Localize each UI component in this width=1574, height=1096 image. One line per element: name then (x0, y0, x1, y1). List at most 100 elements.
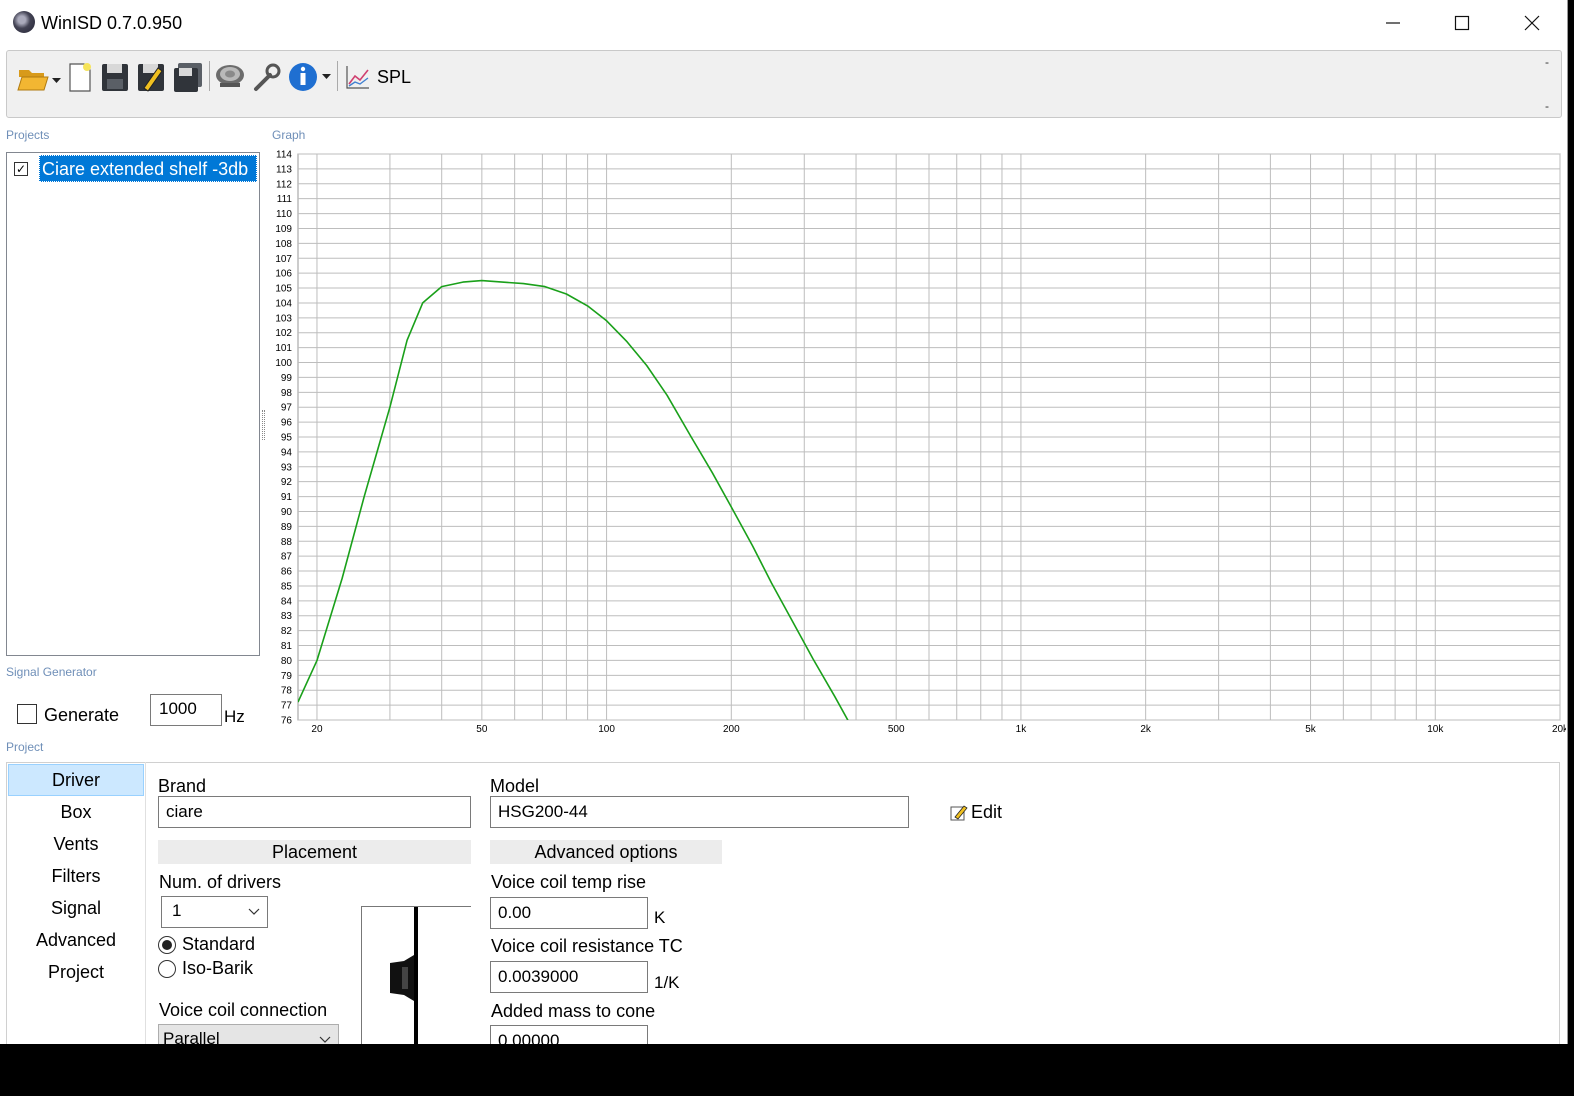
y-tick-label: 109 (275, 224, 292, 235)
graph-group-label: Graph (272, 128, 306, 142)
save-all-button[interactable] (171, 59, 205, 95)
x-tick-label: 1k (1016, 724, 1028, 735)
close-button[interactable] (1497, 0, 1567, 46)
x-tick-label: 100 (598, 724, 615, 735)
x-tick-label: 2k (1140, 724, 1152, 735)
chevron-down-icon (319, 1036, 331, 1043)
new-document-icon (69, 63, 91, 92)
project-tab-list: Driver Box Vents Filters Signal Advanced… (8, 762, 146, 1044)
radio-standard[interactable] (158, 935, 176, 954)
minimize-button[interactable] (1358, 0, 1428, 46)
project-name[interactable]: Ciare extended shelf -3db (39, 155, 257, 182)
num-drivers-label: Num. of drivers (159, 872, 282, 892)
x-tick-label: 10k (1427, 724, 1444, 735)
panel-splitter[interactable] (262, 410, 265, 440)
tab-driver[interactable]: Driver (8, 764, 144, 796)
tab-filters[interactable]: Filters (8, 860, 144, 892)
model-field[interactable]: HSG200-44 (490, 796, 909, 828)
num-drivers-select[interactable]: 1 (161, 896, 268, 928)
radio-isobarik-option[interactable]: Iso-Barik (158, 958, 253, 979)
num-drivers-value: 1 (172, 901, 182, 920)
generator-frequency-input[interactable]: 1000 (150, 694, 222, 726)
x-tick-label: 5k (1305, 724, 1317, 735)
y-tick-label: 78 (281, 686, 293, 697)
open-project-button[interactable] (15, 59, 63, 95)
voice-coil-connection-label: Voice coil connection (159, 1000, 328, 1020)
y-tick-label: 90 (281, 507, 293, 518)
project-list-item[interactable]: ✓ Ciare extended shelf -3db (7, 153, 259, 186)
save-button[interactable] (99, 59, 131, 95)
save-as-pencil-icon (138, 64, 164, 92)
open-folder-icon (17, 70, 61, 91)
speaker-app-icon (13, 11, 35, 33)
tab-box[interactable]: Box (8, 796, 144, 828)
info-button[interactable] (287, 59, 333, 95)
save-as-button[interactable] (135, 59, 167, 95)
y-tick-label: 88 (281, 537, 293, 548)
maximize-icon (1454, 15, 1470, 31)
vc-temp-rise-field[interactable]: 0.00 (490, 897, 648, 929)
edit-pencil-icon (950, 804, 968, 820)
toolbar: SPL - - (6, 50, 1562, 118)
vc-resistance-tc-field[interactable]: 0.0039000 (490, 961, 648, 993)
x-tick-label: 500 (888, 724, 905, 735)
y-tick-label: 106 (275, 269, 292, 280)
new-project-button[interactable] (65, 59, 95, 95)
toolbar-separator (337, 61, 338, 91)
y-tick-label: 105 (275, 284, 292, 295)
radio-standard-option[interactable]: Standard (158, 934, 255, 955)
y-tick-label: 107 (275, 254, 292, 265)
driver-editor-button[interactable] (213, 59, 247, 95)
x-tick-label: 20k (1552, 724, 1566, 735)
spl-graph[interactable]: 76 77 78 79 80 81 82 83 84 85 86 87 88 89 90 91 92 93 94 95… (266, 146, 1566, 740)
spl-graph-button[interactable]: SPL (343, 59, 413, 95)
y-tick-label: 86 (281, 567, 293, 578)
added-mass-field[interactable]: 0.00000 (490, 1025, 648, 1044)
generate-checkbox[interactable] (17, 704, 37, 724)
save-floppy-icon (102, 64, 128, 91)
placement-diagram (361, 906, 471, 1044)
x-tick-label: 50 (476, 724, 488, 735)
projects-list[interactable]: ✓ Ciare extended shelf -3db (6, 152, 260, 656)
toolbar-grip-bottom: - (1545, 99, 1549, 113)
maximize-button[interactable] (1427, 0, 1497, 46)
minimize-icon (1386, 22, 1400, 24)
brand-label: Brand (158, 776, 207, 796)
y-tick-label: 77 (281, 701, 293, 712)
toolbar-grip-top: - (1545, 55, 1549, 69)
radio-isobarik[interactable] (158, 959, 176, 978)
y-tick-label: 85 (281, 581, 293, 592)
x-tick-label: 20 (311, 724, 323, 735)
edit-driver-button[interactable]: Edit (950, 802, 1002, 823)
y-tick-label: 82 (281, 626, 293, 637)
tab-advanced[interactable]: Advanced (8, 924, 144, 956)
voice-coil-connection-value: Parallel (163, 1029, 220, 1044)
vc-resistance-tc-label: Voice coil resistance TC (491, 936, 683, 956)
signal-generator-group-label: Signal Generator (6, 665, 97, 679)
placement-section-header: Placement (158, 840, 471, 864)
tools-button[interactable] (251, 59, 283, 95)
y-tick-label: 84 (281, 596, 293, 607)
y-tick-label: 96 (281, 418, 293, 429)
winisd-window: WinISD 0.7.0.950 SPL - - Projects ✓ Ciar… (0, 0, 1568, 1044)
y-tick-label: 76 (281, 716, 293, 727)
chevron-down-icon (248, 908, 260, 915)
y-tick-label: 103 (275, 313, 292, 324)
y-tick-label: 83 (281, 611, 293, 622)
voice-coil-connection-select[interactable]: Parallel (158, 1024, 339, 1044)
tab-vents[interactable]: Vents (8, 828, 144, 860)
brand-field[interactable]: ciare (158, 796, 471, 828)
y-tick-label: 87 (281, 552, 293, 563)
close-icon (1524, 15, 1540, 31)
toolbar-separator (209, 61, 210, 91)
model-label: Model (490, 776, 540, 796)
y-tick-label: 97 (281, 403, 293, 414)
added-mass-label: Added mass to cone (491, 1001, 656, 1021)
project-visible-checkbox[interactable]: ✓ (14, 162, 28, 176)
y-tick-label: 113 (276, 164, 292, 175)
radio-isobarik-label: Iso-Barik (182, 958, 254, 978)
y-tick-label: 93 (281, 462, 293, 473)
tab-project[interactable]: Project (8, 956, 144, 988)
graph-chart-icon (346, 66, 369, 89)
tab-signal[interactable]: Signal (8, 892, 144, 924)
